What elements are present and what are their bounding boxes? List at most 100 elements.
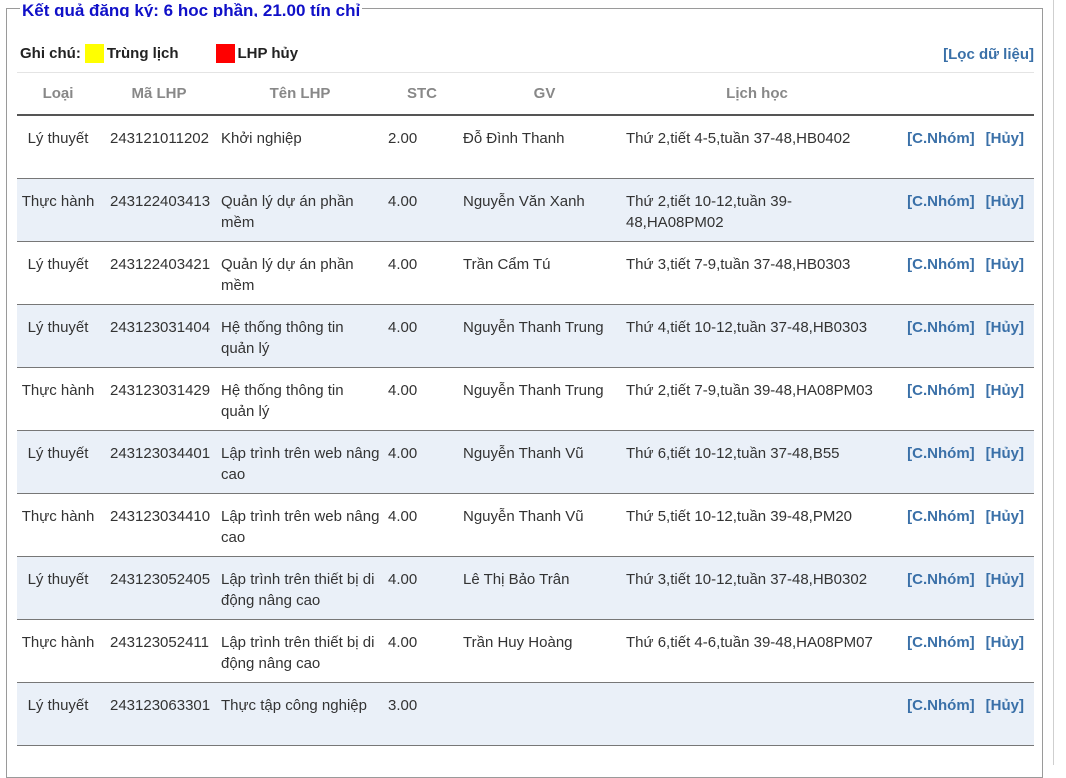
cancel-registration-link[interactable]: [Hủy] bbox=[986, 445, 1024, 462]
cell-ma-lhp: 243123052411 bbox=[99, 619, 219, 683]
change-group-link[interactable]: [C.Nhóm] bbox=[907, 571, 975, 588]
cell-ma-lhp: 243123031404 bbox=[99, 304, 219, 368]
change-group-link[interactable]: [C.Nhóm] bbox=[907, 193, 975, 210]
cell-lich-hoc: Thứ 3,tiết 7-9,tuần 37-48,HB0303 bbox=[626, 241, 888, 305]
cell-lich-hoc: Thứ 6,tiết 10-12,tuần 37-48,B55 bbox=[626, 430, 888, 494]
cell-actions: [C.Nhóm] [Hủy] bbox=[888, 178, 1034, 242]
cell-loai: Lý thuyết bbox=[17, 115, 99, 179]
cell-ten-lhp: Hệ thống thông tin quản lý bbox=[219, 367, 381, 431]
cell-lich-hoc: Thứ 2,tiết 10-12,tuần 39-48,HA08PM02 bbox=[626, 178, 888, 242]
col-header-ma-lhp[interactable]: Mã LHP bbox=[99, 72, 219, 116]
cell-ma-lhp: 243123063301 bbox=[99, 682, 219, 746]
cell-ma-lhp: 243123031429 bbox=[99, 367, 219, 431]
cell-actions: [C.Nhóm] [Hủy] bbox=[888, 115, 1034, 179]
cancel-registration-link[interactable]: [Hủy] bbox=[986, 382, 1024, 399]
cell-lich-hoc: Thứ 3,tiết 10-12,tuần 37-48,HB0302 bbox=[626, 556, 888, 620]
cell-stc: 4.00 bbox=[381, 178, 463, 242]
cell-stc: 4.00 bbox=[381, 367, 463, 431]
result-title: Kết quả đăng ký: 6 học phần, 21.00 tín c… bbox=[20, 3, 363, 17]
cell-lich-hoc: Thứ 2,tiết 4-5,tuần 37-48,HB0402 bbox=[626, 115, 888, 179]
cell-lich-hoc bbox=[626, 682, 888, 746]
cell-ten-lhp: Quản lý dự án phần mềm bbox=[219, 178, 381, 242]
change-group-link[interactable]: [C.Nhóm] bbox=[907, 508, 975, 525]
change-group-link[interactable]: [C.Nhóm] bbox=[907, 382, 975, 399]
filter-data-link[interactable]: [Lọc dữ liệu] bbox=[943, 46, 1034, 63]
cell-actions: [C.Nhóm] [Hủy] bbox=[888, 619, 1034, 683]
cancel-registration-link[interactable]: [Hủy] bbox=[986, 634, 1024, 651]
cell-gv: Nguyễn Thanh Vũ bbox=[463, 493, 626, 557]
table-row: Thực hành 243123031429 Hệ thống thông tin … bbox=[17, 367, 1034, 431]
red-swatch-icon bbox=[215, 44, 235, 63]
note-cancelled: LHP hủy bbox=[215, 44, 299, 63]
table-row: Lý thuyết 243123034401 Lập trình trên web … bbox=[17, 430, 1034, 494]
table-row: Lý thuyết 243121011202 Khởi nghiệp 2.00 Đỗ Đ… bbox=[17, 115, 1034, 179]
cell-stc: 4.00 bbox=[381, 430, 463, 494]
cancel-registration-link[interactable]: [Hủy] bbox=[986, 193, 1024, 210]
cell-gv: Nguyễn Văn Xanh bbox=[463, 178, 626, 242]
cell-gv bbox=[463, 682, 626, 746]
cell-loai: Thực hành bbox=[17, 493, 99, 557]
cell-loai: Lý thuyết bbox=[17, 682, 99, 746]
note-label-cancelled: LHP hủy bbox=[237, 45, 299, 62]
col-header-loai[interactable]: Loại bbox=[17, 72, 99, 116]
table-row: Lý thuyết 243123052405 Lập trình trên thiế… bbox=[17, 556, 1034, 620]
cancel-registration-link[interactable]: [Hủy] bbox=[986, 508, 1024, 525]
cell-gv: Nguyễn Thanh Trung bbox=[463, 304, 626, 368]
cell-lich-hoc: Thứ 4,tiết 10-12,tuần 37-48,HB0303 bbox=[626, 304, 888, 368]
legend-notes: Ghi chú: Trùng lịch LHP hủy bbox=[20, 44, 335, 63]
cancel-registration-link[interactable]: [Hủy] bbox=[986, 571, 1024, 588]
cell-actions: [C.Nhóm] [Hủy] bbox=[888, 304, 1034, 368]
col-header-gv[interactable]: GV bbox=[463, 72, 626, 116]
cell-actions: [C.Nhóm] [Hủy] bbox=[888, 430, 1034, 494]
cell-ten-lhp: Lập trình trên thiết bị di động nâng cao bbox=[219, 619, 381, 683]
cancel-registration-link[interactable]: [Hủy] bbox=[986, 319, 1024, 336]
cell-lich-hoc: Thứ 5,tiết 10-12,tuần 39-48,PM20 bbox=[626, 493, 888, 557]
cell-actions: [C.Nhóm] [Hủy] bbox=[888, 556, 1034, 620]
change-group-link[interactable]: [C.Nhóm] bbox=[907, 697, 975, 714]
cancel-registration-link[interactable]: [Hủy] bbox=[986, 697, 1024, 714]
cell-ten-lhp: Lập trình trên web nâng cao bbox=[219, 493, 381, 557]
col-header-lich-hoc[interactable]: Lịch học bbox=[626, 72, 888, 116]
cell-stc: 4.00 bbox=[381, 493, 463, 557]
cell-ma-lhp: 243123034401 bbox=[99, 430, 219, 494]
cell-stc: 4.00 bbox=[381, 556, 463, 620]
cell-lich-hoc: Thứ 6,tiết 4-6,tuần 39-48,HA08PM07 bbox=[626, 619, 888, 683]
change-group-link[interactable]: [C.Nhóm] bbox=[907, 445, 975, 462]
cell-stc: 2.00 bbox=[381, 115, 463, 179]
cell-gv: Nguyễn Thanh Trung bbox=[463, 367, 626, 431]
table-row: Thực hành 243123052411 Lập trình trên thiế… bbox=[17, 619, 1034, 683]
cell-loai: Thực hành bbox=[17, 619, 99, 683]
cancel-registration-link[interactable]: [Hủy] bbox=[986, 256, 1024, 273]
table-row: Thực hành 243122403413 Quản lý dự án phần … bbox=[17, 178, 1034, 242]
cell-gv: Nguyễn Thanh Vũ bbox=[463, 430, 626, 494]
cell-ten-lhp: Quản lý dự án phần mềm bbox=[219, 241, 381, 305]
cell-ma-lhp: 243122403413 bbox=[99, 178, 219, 242]
notes-label: Ghi chú: bbox=[20, 45, 81, 62]
table-header-row: Loại Mã LHP Tên LHP STC GV Lịch học bbox=[17, 72, 1034, 116]
change-group-link[interactable]: [C.Nhóm] bbox=[907, 319, 975, 336]
cell-loai: Thực hành bbox=[17, 178, 99, 242]
cell-ma-lhp: 243123052405 bbox=[99, 556, 219, 620]
change-group-link[interactable]: [C.Nhóm] bbox=[907, 634, 975, 651]
cell-stc: 4.00 bbox=[381, 619, 463, 683]
cell-actions: [C.Nhóm] [Hủy] bbox=[888, 682, 1034, 746]
change-group-link[interactable]: [C.Nhóm] bbox=[907, 256, 975, 273]
cell-ma-lhp: 243121011202 bbox=[99, 115, 219, 179]
change-group-link[interactable]: [C.Nhóm] bbox=[907, 130, 975, 147]
cell-actions: [C.Nhóm] [Hủy] bbox=[888, 241, 1034, 305]
cell-loai: Lý thuyết bbox=[17, 304, 99, 368]
cell-gv: Trần Huy Hoàng bbox=[463, 619, 626, 683]
col-header-actions bbox=[888, 72, 1034, 116]
note-schedule-conflict: Trùng lịch bbox=[84, 44, 179, 63]
yellow-swatch-icon bbox=[84, 44, 104, 63]
cancel-registration-link[interactable]: [Hủy] bbox=[986, 130, 1024, 147]
cell-stc: 4.00 bbox=[381, 241, 463, 305]
cell-stc: 3.00 bbox=[381, 682, 463, 746]
cell-gv: Đỗ Đình Thanh bbox=[463, 115, 626, 179]
cell-ten-lhp: Lập trình trên web nâng cao bbox=[219, 430, 381, 494]
table-row: Lý thuyết 243123031404 Hệ thống thông tin … bbox=[17, 304, 1034, 368]
cell-gv: Trần Cẩm Tú bbox=[463, 241, 626, 305]
cell-loai: Lý thuyết bbox=[17, 556, 99, 620]
col-header-ten-lhp[interactable]: Tên LHP bbox=[219, 72, 381, 116]
col-header-stc[interactable]: STC bbox=[381, 72, 463, 116]
